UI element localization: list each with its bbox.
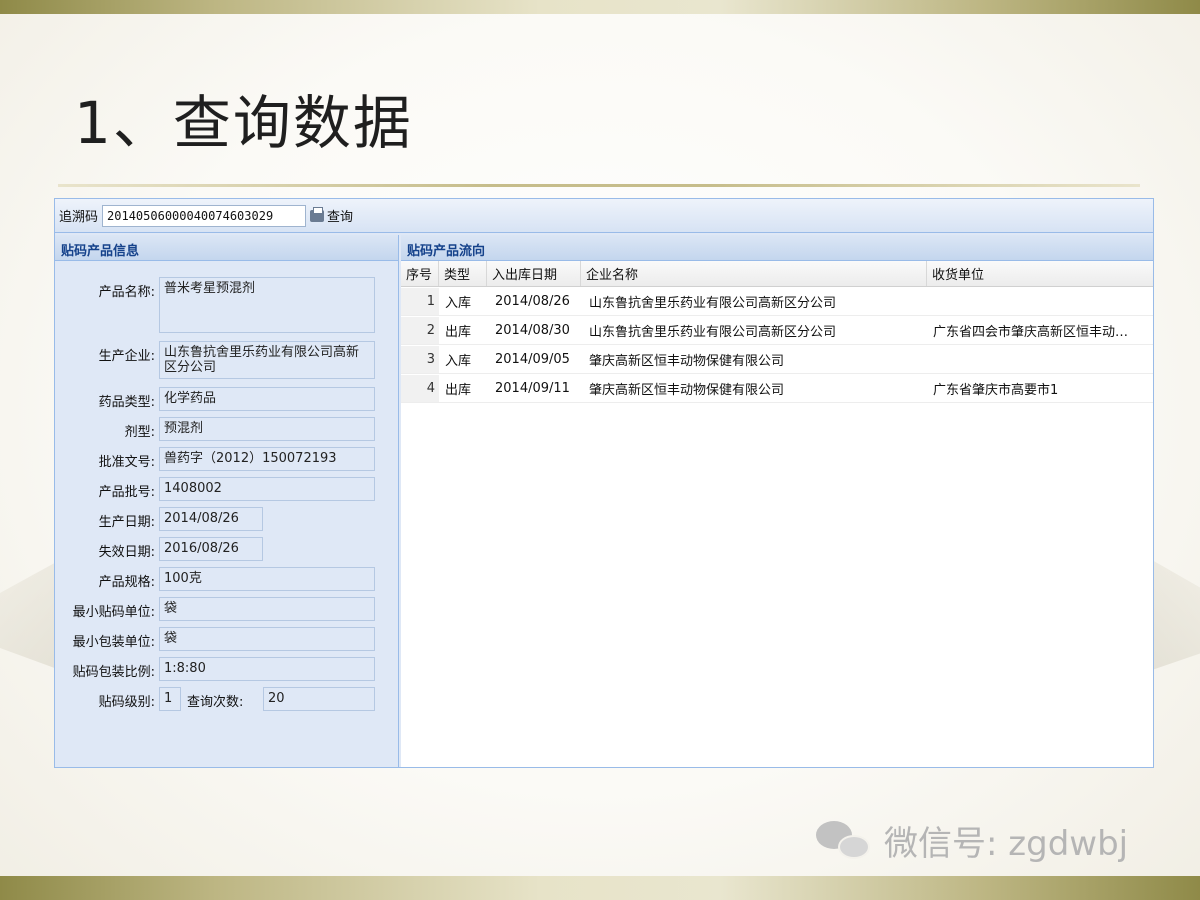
label-level-field[interactable]: 1 bbox=[159, 687, 181, 711]
row-number: 4 bbox=[401, 375, 439, 402]
product-info-panel-title: 贴码产品信息 bbox=[55, 235, 398, 261]
product-flow-panel: 贴码产品流向 序号 类型 入出库日期 企业名称 收货单位 1 入库 2014/0… bbox=[401, 235, 1153, 767]
row-date: 2014/08/26 bbox=[495, 294, 570, 309]
manufacturer-field[interactable]: 山东鲁抗舍里乐药业有限公司高新区分公司 bbox=[159, 341, 375, 379]
query-app-window: 追溯码 查询 贴码产品信息 产品名称: 普米考星预混剂 生产企业: 山东鲁抗舍里… bbox=[54, 198, 1154, 768]
top-decorative-band bbox=[0, 0, 1200, 14]
approval-number-field[interactable]: 兽药字（2012）150072193 bbox=[159, 447, 375, 471]
spec-field[interactable]: 100克 bbox=[159, 567, 375, 591]
table-row[interactable]: 3 入库 2014/09/05 肇庆高新区恒丰动物保健有限公司 bbox=[401, 346, 1153, 374]
field-label: 贴码包装比例: bbox=[72, 665, 155, 680]
column-header-date[interactable]: 入出库日期 bbox=[487, 261, 581, 286]
field-label: 最小贴码单位: bbox=[72, 605, 155, 620]
field-label: 失效日期: bbox=[98, 545, 155, 560]
row-date: 2014/09/05 bbox=[495, 352, 570, 367]
table-row[interactable]: 4 出库 2014/09/11 肇庆高新区恒丰动物保健有限公司 广东省肇庆市高要… bbox=[401, 375, 1153, 403]
search-button-label: 查询 bbox=[327, 210, 354, 225]
row-company: 山东鲁抗舍里乐药业有限公司高新区分公司 bbox=[589, 325, 837, 340]
wechat-icon bbox=[812, 817, 876, 865]
row-date: 2014/08/30 bbox=[495, 323, 570, 338]
row-type: 出库 bbox=[445, 325, 472, 340]
row-type: 出库 bbox=[445, 383, 472, 398]
column-header-no[interactable]: 序号 bbox=[401, 261, 439, 286]
query-count-label: 查询次数: bbox=[187, 695, 244, 710]
printer-icon bbox=[310, 206, 325, 222]
title-divider bbox=[58, 184, 1140, 187]
row-type: 入库 bbox=[445, 296, 472, 311]
field-label: 产品规格: bbox=[98, 575, 155, 590]
toolbar: 追溯码 查询 bbox=[55, 199, 1153, 233]
row-company: 山东鲁抗舍里乐药业有限公司高新区分公司 bbox=[589, 296, 837, 311]
min-package-unit-field[interactable]: 袋 bbox=[159, 627, 375, 651]
drug-type-field[interactable]: 化学药品 bbox=[159, 387, 375, 411]
left-decorative-shape bbox=[0, 560, 60, 670]
batch-number-field[interactable]: 1408002 bbox=[159, 477, 375, 501]
field-label: 产品名称: bbox=[98, 285, 155, 300]
row-receiver: 广东省肇庆市高要市1 bbox=[933, 383, 1059, 398]
row-receiver: 广东省四会市肇庆高新区恒丰动… bbox=[933, 325, 1129, 340]
field-label: 药品类型: bbox=[98, 395, 155, 410]
column-header-company[interactable]: 企业名称 bbox=[581, 261, 927, 286]
bottom-decorative-band bbox=[0, 876, 1200, 900]
row-number: 2 bbox=[401, 317, 439, 344]
row-receiver bbox=[933, 346, 1149, 373]
dosage-form-field[interactable]: 预混剂 bbox=[159, 417, 375, 441]
trace-code-input[interactable] bbox=[102, 204, 307, 227]
field-label: 剂型: bbox=[124, 425, 155, 440]
package-ratio-field[interactable]: 1:8:80 bbox=[159, 657, 375, 681]
field-label: 最小包装单位: bbox=[72, 635, 155, 650]
row-date: 2014/09/11 bbox=[495, 381, 570, 396]
trace-code-label: 追溯码 bbox=[59, 210, 99, 225]
min-label-unit-field[interactable]: 袋 bbox=[159, 597, 375, 621]
product-flow-panel-title: 贴码产品流向 bbox=[401, 235, 1153, 261]
row-number: 3 bbox=[401, 346, 439, 373]
table-row[interactable]: 2 出库 2014/08/30 山东鲁抗舍里乐药业有限公司高新区分公司 广东省四… bbox=[401, 317, 1153, 345]
row-receiver bbox=[933, 288, 1149, 315]
field-label: 产品批号: bbox=[98, 485, 155, 500]
slide-title: 1、查询数据 bbox=[74, 89, 413, 157]
watermark-text: 微信号: zgdwbj bbox=[884, 824, 1129, 864]
column-header-type[interactable]: 类型 bbox=[439, 261, 487, 286]
product-info-panel: 贴码产品信息 产品名称: 普米考星预混剂 生产企业: 山东鲁抗舍里乐药业有限公司… bbox=[55, 235, 399, 767]
field-label: 批准文号: bbox=[98, 455, 155, 470]
column-header-receiver[interactable]: 收货单位 bbox=[927, 261, 1153, 286]
field-label: 生产日期: bbox=[98, 515, 155, 530]
right-decorative-shape bbox=[1152, 560, 1200, 670]
flow-table-header: 序号 类型 入出库日期 企业名称 收货单位 bbox=[401, 261, 1153, 287]
product-name-field[interactable]: 普米考星预混剂 bbox=[159, 277, 375, 333]
field-label: 生产企业: bbox=[98, 349, 155, 364]
search-button[interactable]: 查询 bbox=[310, 206, 353, 225]
row-type: 入库 bbox=[445, 354, 472, 369]
row-company: 肇庆高新区恒丰动物保健有限公司 bbox=[589, 383, 785, 398]
production-date-field[interactable]: 2014/08/26 bbox=[159, 507, 263, 531]
row-company: 肇庆高新区恒丰动物保健有限公司 bbox=[589, 354, 785, 369]
field-label: 贴码级别: bbox=[98, 695, 155, 710]
row-number: 1 bbox=[401, 288, 439, 315]
wechat-watermark: 微信号: zgdwbj bbox=[812, 816, 1128, 865]
query-count-field[interactable]: 20 bbox=[263, 687, 375, 711]
table-row[interactable]: 1 入库 2014/08/26 山东鲁抗舍里乐药业有限公司高新区分公司 bbox=[401, 288, 1153, 316]
expiry-date-field[interactable]: 2016/08/26 bbox=[159, 537, 263, 561]
